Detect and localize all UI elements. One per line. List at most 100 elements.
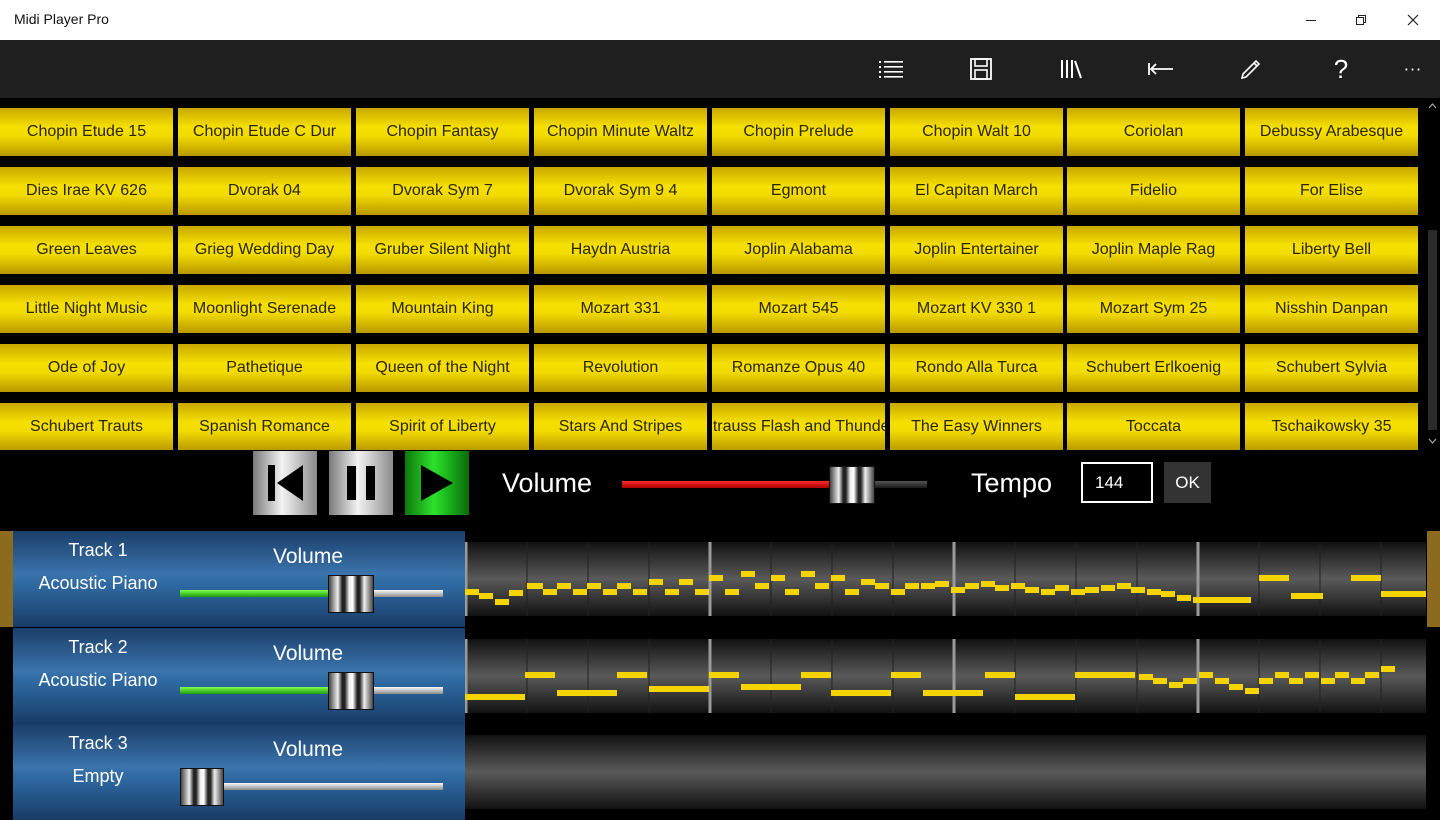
piano-roll[interactable] [465, 627, 1426, 724]
song-button[interactable]: For Elise [1245, 167, 1418, 215]
song-button[interactable]: Ode of Joy [0, 344, 173, 392]
song-grid-scrollbar[interactable] [1425, 98, 1440, 450]
song-button[interactable]: Fidelio [1067, 167, 1240, 215]
piano-roll[interactable] [465, 531, 1426, 627]
edit-button[interactable] [1228, 48, 1274, 90]
song-button[interactable]: Schubert Sylvia [1245, 344, 1418, 392]
track-volume-rail [370, 686, 443, 694]
selection-edge [0, 531, 13, 627]
song-button[interactable]: Joplin Entertainer [890, 226, 1063, 274]
previous-button[interactable] [253, 451, 317, 515]
track-row[interactable]: Track 2 Acoustic Piano Volume [0, 627, 1440, 724]
master-volume-thumb[interactable] [829, 466, 875, 504]
song-button[interactable]: Chopin Etude C Dur [178, 108, 351, 156]
track-instrument[interactable]: Acoustic Piano [13, 573, 183, 594]
tempo-input[interactable]: 144 [1081, 462, 1153, 503]
save-button[interactable] [958, 48, 1004, 90]
tempo-label: Tempo [971, 468, 1053, 498]
piano-roll[interactable] [465, 724, 1426, 820]
song-button[interactable]: Haydn Austria [534, 226, 707, 274]
restore-button[interactable] [1338, 0, 1384, 40]
track-row[interactable]: Track 3 Empty Volume [0, 724, 1440, 820]
ok-button[interactable]: OK [1164, 462, 1211, 503]
song-button[interactable]: Romanze Opus 40 [712, 344, 885, 392]
song-button[interactable]: Chopin Prelude [712, 108, 885, 156]
note-block [1335, 671, 1349, 678]
song-button[interactable]: Mountain King [356, 285, 529, 333]
song-button[interactable]: Spirit of Liberty [356, 403, 529, 450]
song-button[interactable]: Schubert Erlkoenig [1067, 344, 1240, 392]
track-instrument[interactable]: Acoustic Piano [13, 670, 183, 691]
song-button[interactable]: Tschaikowsky 35 [1245, 403, 1418, 450]
song-button[interactable]: Joplin Maple Rag [1067, 226, 1240, 274]
track-volume-thumb[interactable] [328, 671, 374, 710]
song-button[interactable]: Chopin Fantasy [356, 108, 529, 156]
song-button[interactable]: Coriolan [1067, 108, 1240, 156]
pause-button[interactable] [329, 451, 393, 515]
song-button[interactable]: Little Night Music [0, 285, 173, 333]
help-button[interactable]: ? [1318, 48, 1364, 90]
track-volume-thumb[interactable] [180, 768, 224, 806]
song-button[interactable]: Mozart 545 [712, 285, 885, 333]
scroll-up-icon[interactable] [1425, 100, 1440, 112]
master-volume-slider[interactable] [622, 466, 927, 504]
minimize-button[interactable] [1288, 0, 1334, 40]
more-button[interactable]: ··· [1390, 48, 1436, 90]
close-button[interactable] [1390, 0, 1436, 40]
song-button[interactable]: El Capitan March [890, 167, 1063, 215]
note-block [741, 683, 801, 690]
song-button[interactable]: Mozart Sym 25 [1067, 285, 1240, 333]
track-panel[interactable]: Track 3 Empty Volume [13, 724, 465, 820]
song-button[interactable]: Pathetique [178, 344, 351, 392]
song-button[interactable]: Debussy Arabesque [1245, 108, 1418, 156]
song-button[interactable]: Chopin Walt 10 [890, 108, 1063, 156]
song-button[interactable]: Strauss Flash and Thunder [712, 403, 885, 450]
scroll-thumb[interactable] [1428, 230, 1437, 430]
master-volume-label: Volume [502, 468, 593, 498]
song-button[interactable]: Chopin Etude 15 [0, 108, 173, 156]
song-button[interactable]: Dvorak 04 [178, 167, 351, 215]
track-panel[interactable]: Track 2 Acoustic Piano Volume [13, 627, 465, 724]
tempo-value: 144 [1095, 473, 1124, 492]
song-button[interactable]: Queen of the Night [356, 344, 529, 392]
back-button[interactable] [1138, 48, 1184, 90]
song-button[interactable]: Mozart KV 330 1 [890, 285, 1063, 333]
restore-icon [1356, 15, 1366, 25]
song-button[interactable]: Mozart 331 [534, 285, 707, 333]
song-button[interactable]: Revolution [534, 344, 707, 392]
song-button[interactable]: Dvorak Sym 9 4 [534, 167, 707, 215]
note-block [1131, 587, 1145, 593]
track-row[interactable]: Track 1 Acoustic Piano Volume [0, 531, 1440, 627]
song-button[interactable]: Rondo Alla Turca [890, 344, 1063, 392]
track-volume-slider[interactable] [180, 768, 443, 806]
song-button[interactable]: Gruber Silent Night [356, 226, 529, 274]
track-panel[interactable]: Track 1 Acoustic Piano Volume [13, 531, 465, 627]
track-instrument[interactable]: Empty [13, 766, 183, 787]
track-volume-slider[interactable] [180, 671, 443, 710]
song-button[interactable]: Green Leaves [0, 226, 173, 274]
song-button[interactable]: Liberty Bell [1245, 226, 1418, 274]
song-button[interactable]: The Easy Winners [890, 403, 1063, 450]
scroll-down-icon[interactable] [1425, 435, 1440, 447]
song-button[interactable]: Toccata [1067, 403, 1240, 450]
song-button[interactable]: Spanish Romance [178, 403, 351, 450]
library-button[interactable] [1048, 48, 1094, 90]
song-button[interactable]: Dvorak Sym 7 [356, 167, 529, 215]
track-volume-slider[interactable] [180, 575, 443, 613]
more-icon: ··· [1403, 59, 1423, 79]
song-button[interactable]: Grieg Wedding Day [178, 226, 351, 274]
song-button[interactable]: Chopin Minute Waltz [534, 108, 707, 156]
note-block [831, 689, 891, 696]
note-block [861, 579, 875, 585]
song-button[interactable]: Dies Irae KV 626 [0, 167, 173, 215]
song-button[interactable]: Egmont [712, 167, 885, 215]
song-button[interactable]: Stars And Stripes [534, 403, 707, 450]
note-block [1117, 583, 1131, 589]
song-button[interactable]: Joplin Alabama [712, 226, 885, 274]
list-button[interactable] [868, 48, 914, 90]
song-button[interactable]: Nisshin Danpan [1245, 285, 1418, 333]
song-button[interactable]: Moonlight Serenade [178, 285, 351, 333]
song-button[interactable]: Schubert Trauts [0, 403, 173, 450]
play-button[interactable] [405, 451, 469, 515]
track-volume-thumb[interactable] [328, 575, 374, 613]
